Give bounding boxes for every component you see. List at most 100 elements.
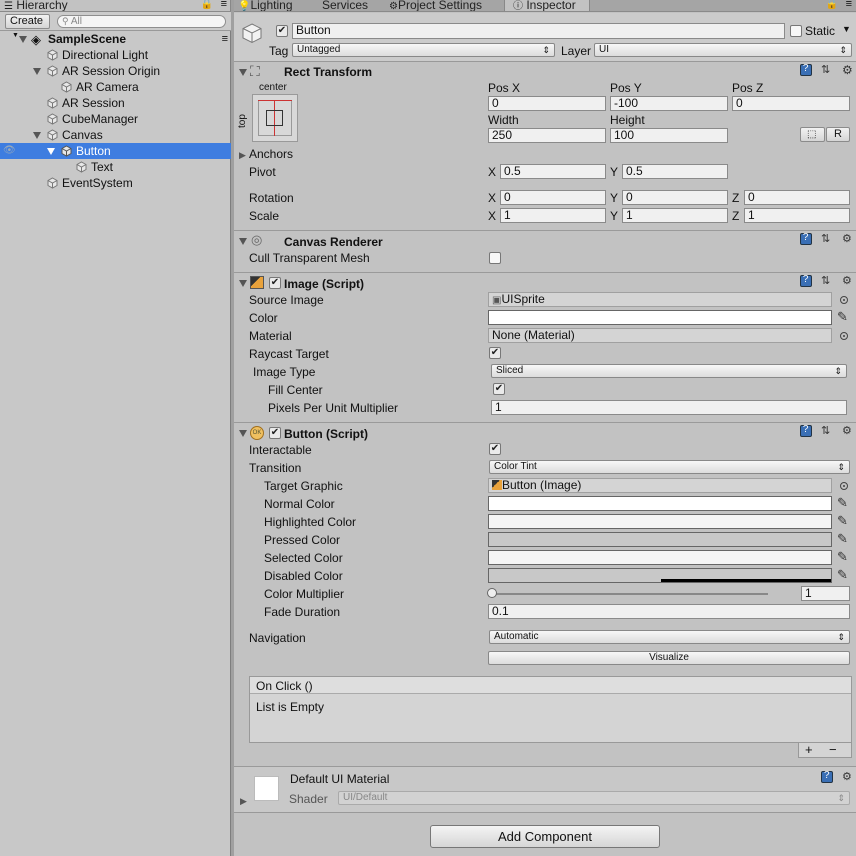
source-image-field[interactable]: ▣UISprite [488,292,832,307]
tab-hierarchy[interactable]: ☰ Hierarchy [0,0,231,11]
tab-services[interactable]: Services [322,0,382,11]
hierarchy-item-ar-session-origin[interactable]: AR Session Origin [0,63,231,79]
canvas-renderer-header[interactable]: ◎ Canvas Renderer ⇅ ⚙ [234,232,856,249]
hierarchy-item-ar-session[interactable]: AR Session [0,95,231,111]
eyedropper-icon[interactable]: ✎ [837,549,851,564]
interactable-checkbox[interactable]: ✔ [489,443,501,455]
rotation-x-field[interactable]: 0 [500,190,606,205]
pos-z-field[interactable]: 0 [732,96,850,111]
tab-lighting[interactable]: 💡Lighting [238,0,318,11]
help-book-icon[interactable] [799,63,812,77]
scene-row[interactable]: ◈ SampleScene ≡ [0,31,231,47]
button-script-header[interactable]: OK ✔ Button (Script) ⇅ ⚙ [234,424,856,441]
help-book-icon[interactable] [799,274,812,288]
expand-arrow-icon[interactable]: ▶ [240,796,247,807]
color-multiplier-field[interactable]: 1 [801,586,850,601]
blueprint-mode-button[interactable]: ⬚ [800,127,825,142]
selected-color-field[interactable] [488,550,832,565]
hierarchy-item-canvas[interactable]: Canvas [0,127,231,143]
pixels-per-unit-field[interactable]: 1 [491,400,847,415]
remove-event-button[interactable]: − [829,742,837,757]
button-enabled-checkbox[interactable]: ✔ [269,427,281,439]
object-name-input[interactable]: Button [292,23,785,39]
lock-icon[interactable]: 🔒 [201,0,213,10]
preset-icon[interactable]: ⇅ [821,275,833,287]
gear-icon[interactable]: ⚙ [842,771,854,783]
object-picker-icon[interactable] [840,296,848,304]
preset-icon[interactable]: ⇅ [821,64,833,76]
menu-icon[interactable]: ≡ [846,0,852,10]
lock-icon[interactable]: 🔒 [826,0,838,10]
scale-y-field[interactable]: 1 [622,208,728,223]
rect-transform-header[interactable]: ⛶ Rect Transform ⇅ ⚙ [234,63,856,80]
eyedropper-icon[interactable]: ✎ [837,567,851,582]
fold-arrow-icon[interactable] [33,132,41,139]
fold-arrow-icon[interactable] [19,36,27,43]
raw-edit-button[interactable]: R [826,127,850,142]
static-checkbox[interactable] [790,25,802,37]
add-event-button[interactable]: + [805,742,813,757]
image-type-dropdown[interactable]: Sliced ⇕ [491,364,847,378]
raycast-target-checkbox[interactable]: ✔ [489,347,501,359]
eyedropper-icon[interactable]: ✎ [837,495,851,510]
eyedropper-icon[interactable]: ✎ [837,513,851,528]
active-checkbox[interactable]: ✔ [276,25,288,37]
fold-arrow-icon[interactable] [239,69,247,76]
cull-transparent-checkbox[interactable] [489,252,501,264]
tag-dropdown[interactable]: Untagged ⇕ [292,43,555,57]
pivot-x-field[interactable]: 0.5 [500,164,606,179]
anchor-preset-button[interactable] [252,94,298,142]
multiplier-slider-track[interactable] [492,593,768,595]
visibility-eye-icon[interactable]: 👁 [3,143,16,159]
pivot-y-field[interactable]: 0.5 [622,164,728,179]
pos-x-field[interactable]: 0 [488,96,606,111]
tab-inspector[interactable]: ⓘ Inspector [504,0,590,11]
fill-center-checkbox[interactable]: ✔ [493,383,505,395]
fold-arrow-icon[interactable] [239,430,247,437]
help-book-icon[interactable] [799,424,812,438]
layer-dropdown[interactable]: UI ⇕ [594,43,852,57]
help-book-icon[interactable] [820,770,833,784]
target-graphic-field[interactable]: Button (Image) [488,478,832,493]
preset-icon[interactable]: ⇅ [821,425,833,437]
multiplier-slider-thumb[interactable] [487,588,497,598]
hierarchy-item-cubemanager[interactable]: CubeManager [0,111,231,127]
gear-icon[interactable]: ⚙ [842,425,854,437]
object-picker-icon[interactable] [840,332,848,340]
object-picker-icon[interactable] [840,482,848,490]
hierarchy-item-directional-light[interactable]: Directional Light [0,47,231,63]
hierarchy-item-button[interactable]: 👁 Button [0,143,231,159]
transition-dropdown[interactable]: Color Tint ⇕ [489,460,850,474]
scene-menu-icon[interactable]: ≡ [222,31,228,47]
fade-duration-field[interactable]: 0.1 [488,604,850,619]
expand-arrow-icon[interactable]: ▶ [239,150,246,161]
gear-icon[interactable]: ⚙ [842,233,854,245]
hierarchy-item-eventsystem[interactable]: EventSystem [0,175,231,191]
create-button[interactable]: Create ▼ [5,14,50,39]
hierarchy-item-text[interactable]: Text [0,159,231,175]
add-component-button[interactable]: Add Component [430,825,660,848]
disabled-color-field[interactable] [488,568,832,583]
visualize-button[interactable]: Visualize [488,651,850,665]
rotation-y-field[interactable]: 0 [622,190,728,205]
tab-project-settings[interactable]: ⚙Project Settings [389,0,499,11]
fold-arrow-icon[interactable] [47,148,55,155]
scale-x-field[interactable]: 1 [500,208,606,223]
image-script-header[interactable]: ✔ Image (Script) ⇅ ⚙ [234,274,856,291]
preset-icon[interactable]: ⇅ [821,233,833,245]
hierarchy-search-input[interactable]: ⚲ All [57,15,226,28]
eyedropper-icon[interactable]: ✎ [837,531,851,546]
image-enabled-checkbox[interactable]: ✔ [269,277,281,289]
static-dropdown-icon[interactable]: ▼ [842,24,851,34]
scale-z-field[interactable]: 1 [744,208,850,223]
fold-arrow-icon[interactable] [33,68,41,75]
eyedropper-icon[interactable]: ✎ [837,309,851,324]
gear-icon[interactable]: ⚙ [842,64,854,76]
width-field[interactable]: 250 [488,128,606,143]
image-color-field[interactable] [488,310,832,325]
fold-arrow-icon[interactable] [239,280,247,287]
help-book-icon[interactable] [799,232,812,246]
pos-y-field[interactable]: -100 [610,96,728,111]
height-field[interactable]: 100 [610,128,728,143]
rotation-z-field[interactable]: 0 [744,190,850,205]
